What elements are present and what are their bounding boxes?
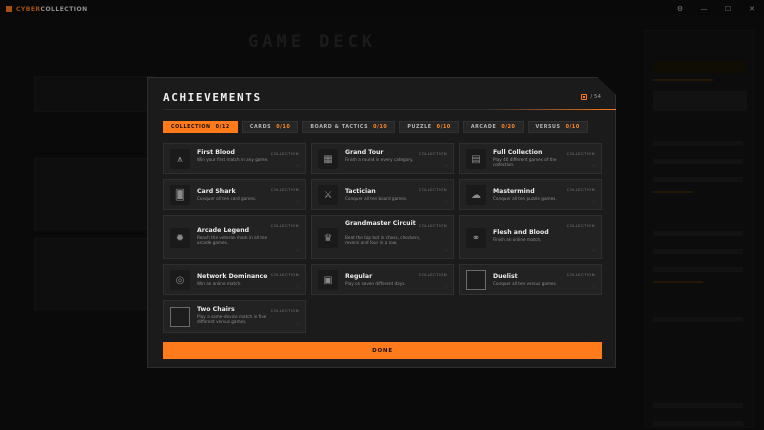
achievement-card[interactable]: ◎ Network Dominance Win an online match.… [163, 264, 306, 295]
achievements-modal: ACHIEVEMENTS / 54 COLLECTION 0/12 CARDS 0/… [147, 77, 616, 368]
achievement-card[interactable]: ▣ Regular Play on seven different days. … [311, 264, 454, 295]
achievement-card[interactable]: ▦ Grand Tour Finish a round in every cat… [311, 143, 454, 174]
map-grid-icon: ▦ [318, 149, 338, 169]
chevron-right-icon: › [297, 284, 299, 290]
done-button[interactable]: DONE [163, 342, 602, 359]
crossed-swords-icon: ⚔ [318, 185, 338, 205]
achievement-card[interactable]: ▤ Full Collection Play 40 different game… [459, 143, 602, 174]
chevron-right-icon: › [297, 248, 299, 254]
achievement-card[interactable]: Two Chairs Play a same-device match in f… [163, 300, 306, 333]
chevron-right-icon: › [445, 284, 447, 290]
blank-icon [170, 307, 190, 327]
achievement-card[interactable]: 🂠 Card Shark Conquer all ten card games.… [163, 179, 306, 210]
tab-board-tactics[interactable]: BOARD & TACTICS 0/10 [302, 121, 396, 133]
network-icon: ⚭ [466, 228, 486, 248]
crown-icon: ♛ [318, 228, 338, 248]
chevron-right-icon: › [593, 284, 595, 290]
chevron-right-icon: › [593, 199, 595, 205]
achievement-card[interactable]: ⩚ First Blood Win your first match in an… [163, 143, 306, 174]
globe-icon: ◎ [170, 270, 190, 290]
achievement-card[interactable]: ⚭ Flesh and Blood Finish an online match… [459, 215, 602, 259]
achievement-card[interactable]: Duelist Conquer all ten versus games. CO… [459, 264, 602, 295]
chevron-right-icon: › [297, 322, 299, 328]
chevron-right-icon: › [593, 163, 595, 169]
chevron-right-icon: › [445, 163, 447, 169]
chevron-right-icon: › [445, 199, 447, 205]
trophy-icon [581, 94, 588, 100]
calendar-icon: ▣ [318, 270, 338, 290]
cards-icon: 🂠 [170, 185, 190, 205]
achievement-card[interactable]: ☁ Mastermind Conquer all ten puzzle game… [459, 179, 602, 210]
modal-title: ACHIEVEMENTS [163, 91, 262, 104]
joystick-icon: ✹ [170, 228, 190, 248]
achievement-card[interactable]: ✹ Arcade Legend Reach the veteran mark i… [163, 215, 306, 259]
cabinet-icon: ▤ [466, 149, 486, 169]
achievement-card[interactable]: ⚔ Tactician Conquer all ten board games.… [311, 179, 454, 210]
chevron-right-icon: › [445, 248, 447, 254]
chevron-right-icon: › [593, 248, 595, 254]
tab-puzzle[interactable]: PUZZLE 0/10 [399, 121, 459, 133]
tab-cards[interactable]: CARDS 0/10 [241, 121, 299, 133]
tab-arcade[interactable]: ARCADE 0/20 [462, 121, 524, 133]
brain-icon: ☁ [466, 185, 486, 205]
category-tabs: COLLECTION 0/12 CARDS 0/10 BOARD & TACTICS… [163, 121, 588, 133]
chevron-right-icon: › [297, 199, 299, 205]
achievement-card[interactable]: ♛ Grandmaster Circuit Beat the top bot i… [311, 215, 454, 259]
tab-versus[interactable]: VERSUS 0/10 [527, 121, 588, 133]
sword-chevron-icon: ⩚ [170, 149, 190, 169]
achievement-progress: / 54 [581, 94, 601, 100]
blank-icon [466, 270, 486, 290]
chevron-right-icon: › [297, 163, 299, 169]
title-divider [163, 109, 616, 110]
progress-text: / 54 [590, 94, 601, 100]
tab-collection[interactable]: COLLECTION 0/12 [163, 121, 238, 133]
